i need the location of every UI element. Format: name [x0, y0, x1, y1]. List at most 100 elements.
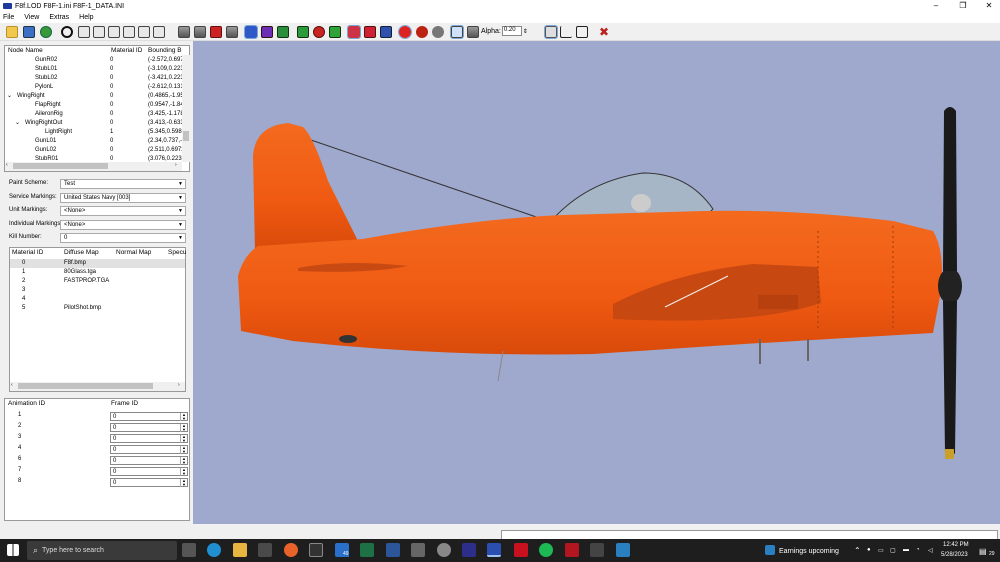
tree-row[interactable]: FlapRight 0 (0.9547,-1.84 — [5, 101, 182, 110]
service-markings-select[interactable]: United States Navy [003] ▼ — [60, 192, 186, 203]
material-hscrollbar[interactable]: ‹ › — [10, 382, 185, 391]
tray-app-icon[interactable]: ● — [867, 547, 871, 553]
file-explorer-icon[interactable] — [233, 543, 247, 557]
render-red-icon[interactable] — [313, 26, 325, 38]
animation2-icon[interactable] — [416, 26, 428, 38]
frame-id-input[interactable]: 0 ▲ ▼ — [110, 423, 188, 432]
axis-icon[interactable] — [560, 26, 572, 38]
close-button[interactable]: ✕ — [978, 0, 1000, 12]
tree-row[interactable]: ⌄ WingRight 0 (0.4865,-1.95 — [5, 92, 182, 101]
col-animation-id[interactable]: Animation ID — [8, 399, 45, 408]
menu-view[interactable]: View — [24, 14, 39, 21]
render-blue-icon[interactable] — [244, 25, 258, 39]
frame-id-input[interactable]: 0 ▲ ▼ — [110, 478, 188, 487]
col-bounding-box[interactable]: Bounding B — [148, 46, 182, 55]
col-material-id[interactable]: Material ID — [12, 248, 43, 257]
col-material-id[interactable]: Material ID — [111, 46, 142, 55]
notification-icon[interactable]: ▤ — [979, 547, 987, 556]
minimize-button[interactable]: – — [925, 0, 947, 12]
calculator-icon[interactable] — [411, 543, 425, 557]
app-icon-blue[interactable] — [462, 543, 476, 557]
col-specular[interactable]: Specu — [168, 248, 186, 257]
wireframe-icon[interactable] — [450, 25, 464, 39]
spinner-icon[interactable]: ▲ ▼ — [180, 457, 187, 465]
col-normal-map[interactable]: Normal Map — [116, 248, 151, 257]
volume-icon[interactable]: ◁ — [928, 547, 933, 554]
spinner-icon[interactable]: ▲ ▼ — [180, 435, 187, 443]
tray-display-icon[interactable]: ▢ — [890, 547, 896, 554]
tree-row[interactable]: GunR02 0 (-2.572,0.697 — [5, 56, 182, 65]
spinner-icon[interactable]: ▲ ▼ — [180, 479, 187, 487]
maximize-button[interactable]: ❐ — [952, 0, 974, 12]
render-green-icon[interactable] — [277, 26, 289, 38]
spinner-icon[interactable]: ▲ ▼ — [180, 468, 187, 476]
frame-id-input[interactable]: 0 ▲ ▼ — [110, 445, 188, 454]
material-row[interactable]: 5 PilotShot.bmp — [10, 304, 185, 313]
col-node-name[interactable]: Node Name — [8, 46, 43, 55]
tray-battery-icon[interactable]: ▬ — [903, 547, 909, 553]
menu-file[interactable]: File — [3, 14, 14, 21]
lighting2-icon[interactable] — [364, 26, 376, 38]
texture-icon[interactable] — [40, 26, 52, 38]
clock-date[interactable]: 5/28/2023 — [941, 552, 968, 558]
acrobat-icon[interactable] — [514, 543, 528, 557]
unit-markings-select[interactable]: <None> ▼ — [60, 206, 186, 216]
lighting-icon[interactable] — [347, 25, 361, 39]
word-icon[interactable] — [386, 543, 400, 557]
frame-id-input[interactable]: 0 ▲ ▼ — [110, 456, 188, 465]
tray-chevron-icon[interactable]: ⌃ — [854, 546, 861, 555]
animation-table[interactable]: Animation ID Frame ID 1 0 ▲ ▼ 2 0 ▲ ▼ 3 0 … — [4, 398, 190, 521]
frame-id-input[interactable]: 0 ▲ ▼ — [110, 467, 188, 476]
material-row[interactable]: 3 — [10, 286, 185, 295]
app-icon-dark[interactable] — [590, 543, 604, 557]
weather-icon[interactable] — [765, 545, 775, 555]
paint-scheme-select[interactable]: Test ▼ — [60, 179, 186, 189]
view-left-icon[interactable] — [108, 26, 120, 38]
excel-icon[interactable] — [360, 543, 374, 557]
solid-icon[interactable] — [467, 26, 479, 38]
kill-number-select[interactable]: 0 ▼ — [60, 233, 186, 243]
windows-start-icon[interactable] — [7, 544, 19, 556]
tree-row[interactable]: LightRight 1 (5.345,0.5988 — [5, 128, 182, 137]
frame-id-input[interactable]: 0 ▲ ▼ — [110, 434, 188, 443]
tree-row[interactable]: StubL02 0 (-3.421,0.223 — [5, 74, 182, 83]
tree-row[interactable]: GunL01 0 (2.34,0.737,-( — [5, 137, 182, 146]
expand-chevron-icon[interactable]: ⌄ — [15, 119, 20, 128]
tree-row[interactable]: ⌄ WingRightOut 0 (3.413,-0.633 — [5, 119, 182, 128]
tree-row[interactable]: PylonL 0 (-2.612,0.131 — [5, 83, 182, 92]
save-icon[interactable] — [23, 26, 35, 38]
spotify-icon[interactable] — [539, 543, 553, 557]
weather-text[interactable]: Earnings upcoming — [779, 548, 839, 555]
tree-hscrollbar[interactable]: ‹ › — [5, 162, 182, 171]
alpha-spinner[interactable]: ⇕ — [523, 28, 528, 35]
view-bottom-icon[interactable] — [153, 26, 165, 38]
material-row[interactable]: 0 F8f.bmp — [10, 259, 185, 268]
taskbar-search[interactable]: ⌕ Type here to search — [27, 541, 177, 560]
app-icon-light-blue[interactable] — [616, 543, 630, 557]
store-icon[interactable] — [258, 543, 272, 557]
shade-gray2-icon[interactable] — [194, 26, 206, 38]
view-front-icon[interactable] — [78, 26, 90, 38]
animation-icon[interactable] — [398, 25, 412, 39]
view-top-icon[interactable] — [138, 26, 150, 38]
grid-icon[interactable] — [544, 25, 558, 39]
spinner-icon[interactable]: ▲ ▼ — [180, 424, 187, 432]
box-icon[interactable] — [576, 26, 588, 38]
tree-row[interactable]: AileronRig 0 (3.425,-1.178 — [5, 110, 182, 119]
spinner-icon[interactable]: ▲ ▼ — [180, 413, 187, 421]
task-view-icon[interactable] — [182, 543, 196, 557]
menu-extras[interactable]: Extras — [49, 14, 69, 21]
mcafee-icon[interactable] — [565, 543, 579, 557]
shade-red-icon[interactable] — [210, 26, 222, 38]
material-row[interactable]: 2 FASTPROP.TGA — [10, 277, 185, 286]
render-purple-icon[interactable] — [261, 26, 273, 38]
clock-time[interactable]: 12:42 PM — [943, 542, 969, 548]
tree-scrollbar[interactable] — [182, 55, 190, 162]
3d-viewport[interactable] — [193, 41, 1000, 524]
expand-chevron-icon[interactable]: ⌄ — [7, 92, 12, 101]
tree-row[interactable]: StubL01 0 (-3.109,0.223 — [5, 65, 182, 74]
animation3-icon[interactable] — [432, 26, 444, 38]
tree-row[interactable]: GunL02 0 (2.511,0.6972 — [5, 146, 182, 155]
wifi-icon[interactable]: ◔ — [916, 547, 920, 553]
material-row[interactable]: 1 80Glass.tga — [10, 268, 185, 277]
